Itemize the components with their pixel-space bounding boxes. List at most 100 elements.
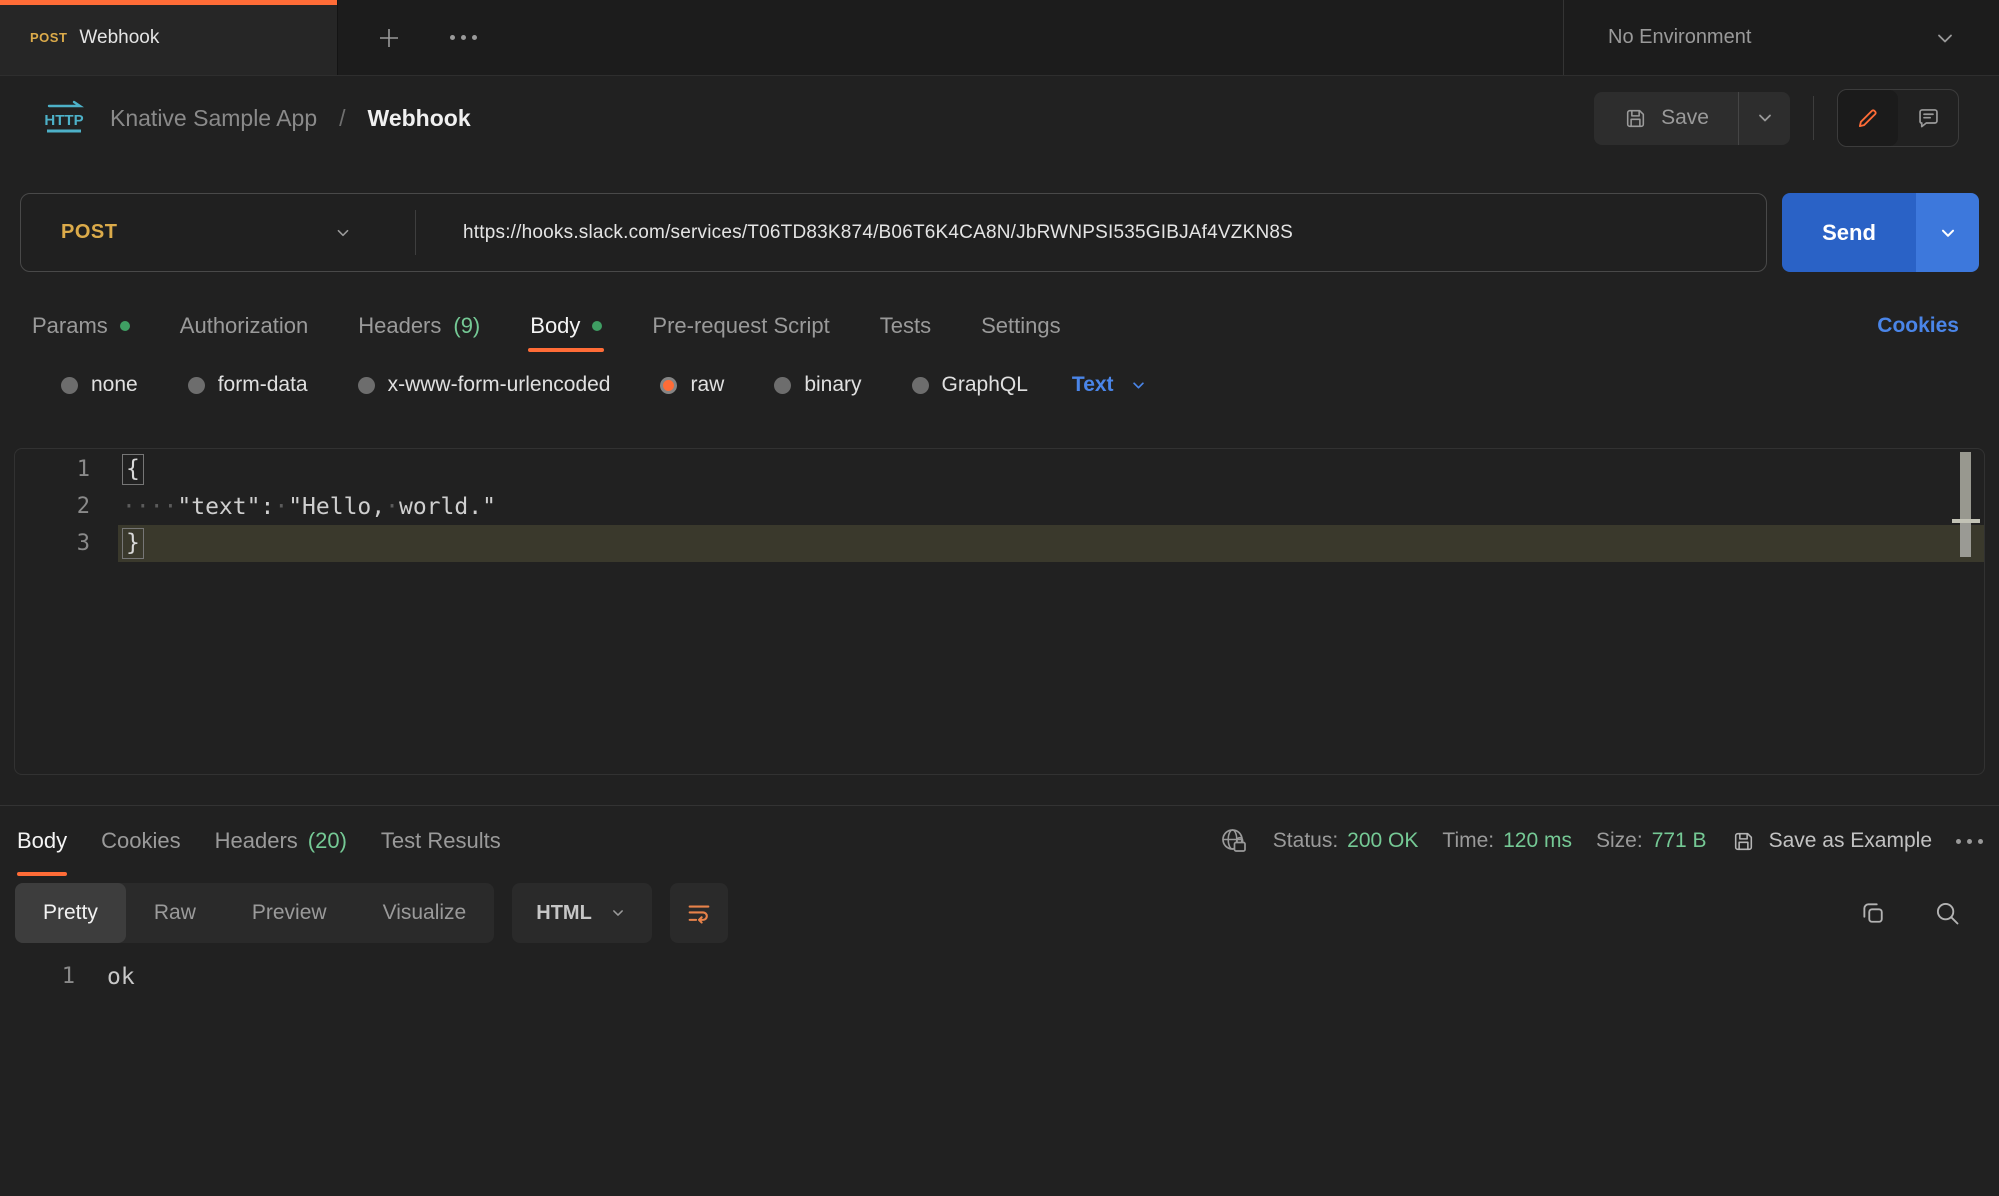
response-tab-body[interactable]: Body [17, 806, 67, 876]
editor-scrollbar-thumb[interactable] [1960, 452, 1971, 525]
view-raw[interactable]: Raw [126, 883, 224, 943]
raw-format-selector[interactable]: Text [1072, 373, 1149, 397]
breadcrumb-request-name[interactable]: Webhook [368, 105, 471, 132]
tab-count-badge: (20) [308, 828, 347, 854]
bracket-match: } [122, 528, 144, 559]
network-globe-lock-icon [1219, 826, 1249, 856]
save-as-example-button[interactable]: Save as Example [1731, 829, 1932, 854]
line-number: 3 [15, 531, 118, 556]
view-visualize[interactable]: Visualize [355, 883, 495, 943]
breadcrumb-collection[interactable]: Knative Sample App [110, 105, 317, 132]
body-type-x-www-form-urlencoded[interactable]: x-www-form-urlencoded [358, 373, 611, 397]
search-icon [1933, 899, 1961, 927]
environment-selector[interactable]: No Environment [1563, 0, 1999, 75]
copy-icon [1859, 899, 1887, 927]
request-tab-settings[interactable]: Settings [981, 300, 1061, 352]
tab-label: Test Results [381, 828, 501, 854]
response-pane: Body Cookies Headers (20) Test Results Statu… [0, 805, 1999, 995]
request-tab-params[interactable]: Params [32, 300, 130, 352]
response-body[interactable]: 1ok [0, 958, 1999, 995]
radio-label: raw [690, 373, 724, 397]
line-content: ····"text":·"Hello,·world." [118, 488, 1984, 525]
request-tab-authorization[interactable]: Authorization [180, 300, 308, 352]
response-tab-headers[interactable]: Headers (20) [215, 806, 347, 876]
save-button[interactable]: Save [1594, 92, 1738, 145]
tab-label: Body [530, 313, 580, 339]
radio-x-www-form-urlencoded [358, 377, 375, 394]
line-number: 1 [0, 964, 103, 989]
tab-label: Tests [880, 313, 931, 339]
response-options-button[interactable] [1956, 839, 1983, 844]
body-type-none[interactable]: none [61, 373, 138, 397]
code-token: world." [399, 494, 496, 520]
radio-none [61, 377, 78, 394]
editor-cursor-mark [1960, 523, 1971, 557]
method-label: POST [61, 221, 117, 244]
request-tab-pre-request-script[interactable]: Pre-request Script [652, 300, 829, 352]
size-pair[interactable]: Size: 771 B [1596, 829, 1707, 853]
send-options-button[interactable] [1916, 193, 1979, 272]
new-tab-button[interactable] [376, 25, 402, 51]
open-request-tab[interactable]: POST Webhook [0, 0, 338, 75]
editor-line: 3} [15, 525, 1984, 562]
view-pretty[interactable]: Pretty [15, 883, 126, 943]
radio-form-data [188, 377, 205, 394]
view-preview[interactable]: Preview [224, 883, 355, 943]
line-number: 1 [15, 457, 118, 482]
tab-label: Pre-request Script [652, 313, 829, 339]
request-tab-body[interactable]: Body [530, 300, 602, 352]
cookies-link[interactable]: Cookies [1877, 314, 1959, 338]
time-value: 120 ms [1503, 829, 1572, 853]
send-button[interactable]: Send [1782, 193, 1916, 272]
body-type-form-data[interactable]: form-data [188, 373, 308, 397]
tab-label: Params [32, 313, 108, 339]
time-pair[interactable]: Time: 120 ms [1442, 829, 1572, 853]
tab-options-button[interactable] [450, 35, 477, 40]
body-type-graphql[interactable]: GraphQL [912, 373, 1028, 397]
body-type-binary[interactable]: binary [774, 373, 861, 397]
status-pair[interactable]: Status: 200 OK [1273, 829, 1419, 853]
request-tab-headers[interactable]: Headers(9) [358, 300, 480, 352]
editor-line: 2····"text":·"Hello,·world." [15, 488, 1984, 525]
response-tab-cookies[interactable]: Cookies [101, 806, 180, 876]
environment-label: No Environment [1608, 26, 1751, 49]
search-response-button[interactable] [1933, 899, 1961, 927]
url-input[interactable]: https://hooks.slack.com/services/T06TD83… [416, 222, 1293, 244]
line-content: { [118, 451, 1984, 488]
pencil-icon [1855, 105, 1881, 131]
time-label: Time: [1442, 829, 1494, 853]
comments-button[interactable] [1898, 90, 1958, 146]
save-options-button[interactable] [1738, 92, 1790, 145]
response-view-switcher: PrettyRawPreviewVisualize [15, 883, 494, 943]
status-label: Status: [1273, 829, 1338, 853]
send-button-group: Send [1782, 193, 1979, 272]
editor-line: 1ok [0, 958, 1999, 995]
comment-icon [1915, 105, 1942, 132]
radio-raw [660, 377, 677, 394]
raw-format-label: Text [1072, 373, 1114, 397]
response-toolbar: PrettyRawPreviewVisualize HTML [0, 876, 1999, 950]
request-body-editor[interactable]: 1{2····"text":·"Hello,·world."3} [14, 448, 1985, 775]
body-type-raw[interactable]: raw [660, 373, 724, 397]
save-icon [1731, 829, 1756, 854]
radio-graphql [912, 377, 929, 394]
code-token: ···· [122, 494, 177, 520]
editor-line: 1{ [15, 451, 1984, 488]
request-tab-tests[interactable]: Tests [880, 300, 931, 352]
edit-documentation-button[interactable] [1838, 90, 1898, 146]
method-selector[interactable]: POST [21, 194, 416, 271]
response-tab-test-results[interactable]: Test Results [381, 806, 501, 876]
copy-response-button[interactable] [1859, 899, 1887, 927]
chevron-down-icon [1753, 106, 1777, 130]
status-value: 200 OK [1347, 829, 1418, 853]
tab-label: Body [17, 828, 67, 854]
chevron-down-icon [332, 222, 354, 244]
line-content: ok [103, 958, 1999, 995]
save-button-group: Save [1594, 92, 1790, 145]
response-format-selector[interactable]: HTML [512, 883, 652, 943]
radio-label: none [91, 373, 138, 397]
wrap-lines-button[interactable] [670, 883, 728, 943]
tab-label: Headers [215, 828, 298, 854]
save-icon [1623, 106, 1648, 131]
unsaved-changes-dot [592, 321, 602, 331]
